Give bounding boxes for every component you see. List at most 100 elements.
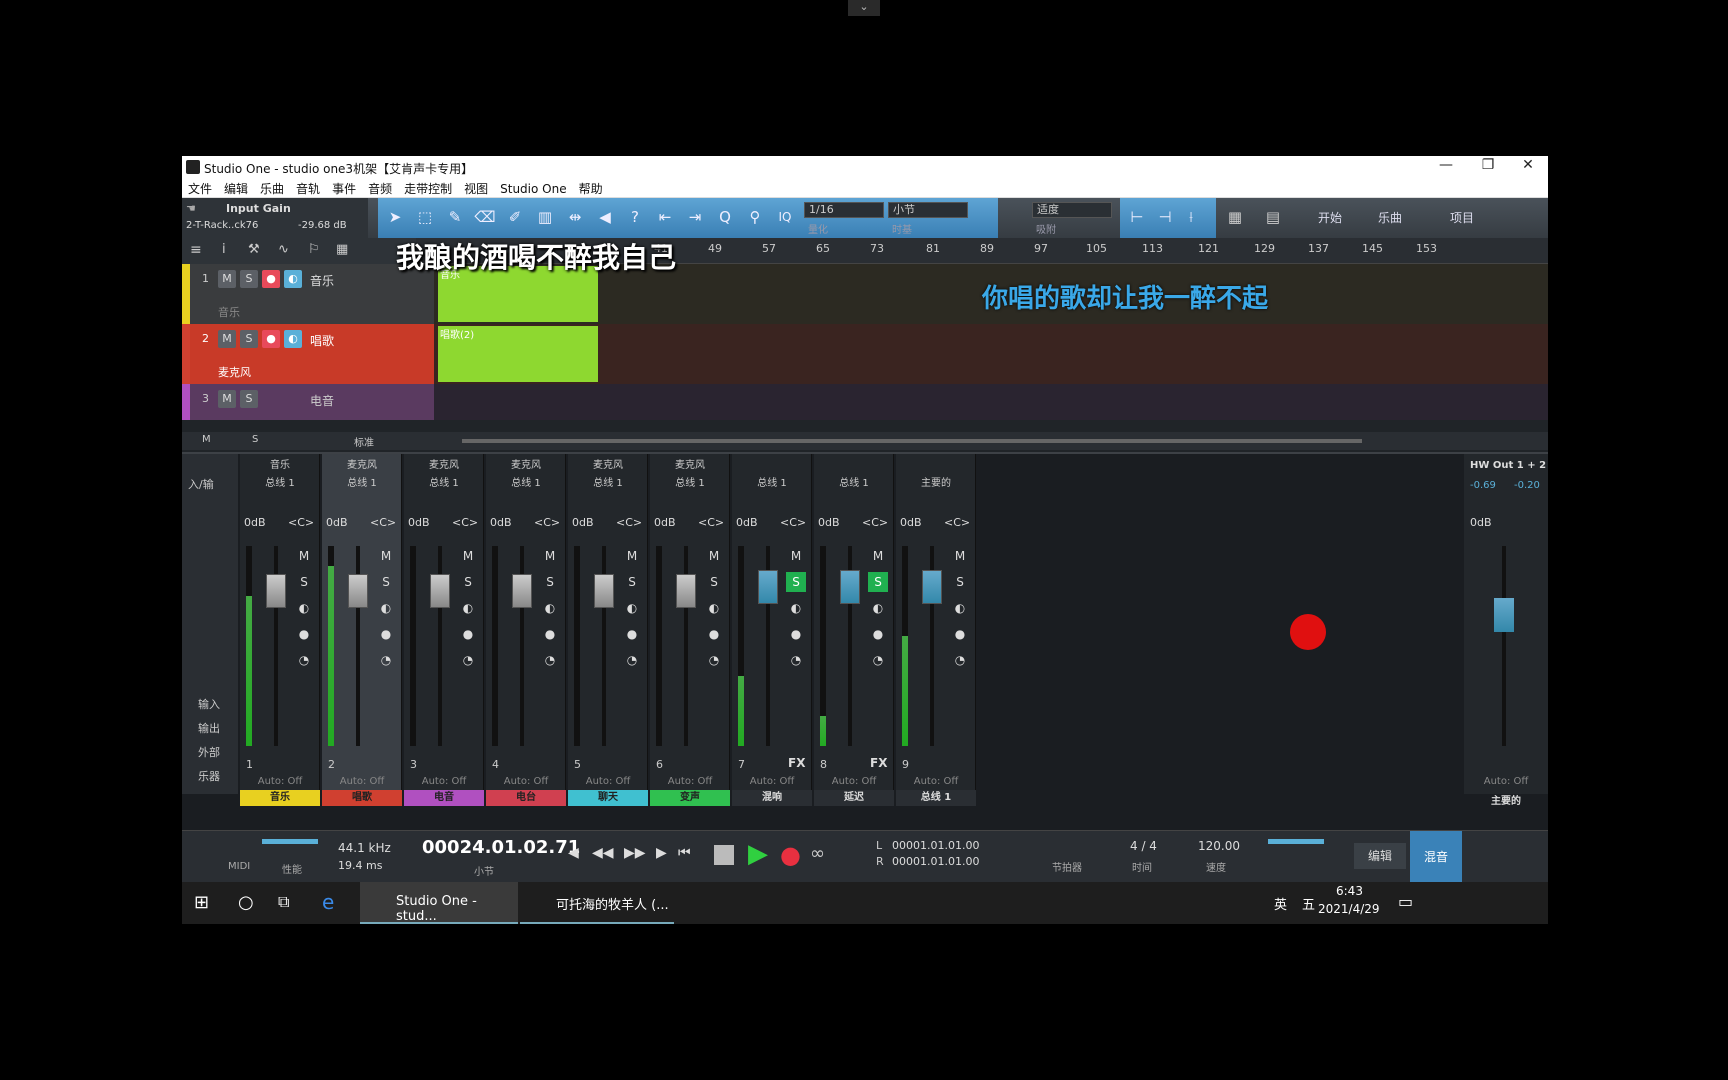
paint-tool-icon[interactable]: ✐ (504, 206, 526, 228)
strip-automation[interactable]: Auto: Off (732, 776, 812, 787)
eraser-tool-icon[interactable]: ⌫ (474, 206, 496, 228)
strip-output-bus[interactable]: 总线 1 (568, 474, 648, 489)
strip-input[interactable]: 音乐 (240, 456, 320, 471)
solo-button[interactable]: S (240, 330, 258, 348)
strip-automation[interactable]: Auto: Off (322, 776, 402, 787)
strip-pan[interactable]: <C> (534, 516, 560, 529)
position-display[interactable]: 00024.01.02.71 (422, 837, 580, 858)
strip-knob-icon[interactable]: ◔ (376, 650, 396, 670)
volume-fader[interactable] (430, 574, 450, 608)
strip-monitor-button[interactable]: ◐ (622, 598, 642, 618)
strip-output-bus[interactable]: 总线 1 (650, 474, 730, 489)
track-input[interactable]: 麦克风 (218, 364, 251, 380)
strip-label[interactable]: 延迟 (814, 790, 894, 806)
strip-output-bus[interactable]: 总线 1 (732, 474, 812, 489)
track-name[interactable]: 电音 (310, 392, 334, 409)
strip-label[interactable]: 音乐 (240, 790, 320, 806)
menu-edit[interactable]: 编辑 (218, 178, 254, 199)
clock-time[interactable]: 6:43 (1336, 884, 1363, 898)
strip-mute-button[interactable]: M (376, 546, 396, 566)
menu-transport[interactable]: 走带控制 (398, 178, 458, 199)
audio-clip[interactable]: 唱歌(2) (438, 326, 598, 382)
strip-output-bus[interactable]: 主要的 (896, 474, 976, 489)
strip-knob-icon[interactable]: ◔ (950, 650, 970, 670)
tempo[interactable]: 120.00 (1198, 839, 1240, 853)
strip-pan[interactable]: <C> (780, 516, 806, 529)
strip-volume[interactable]: 0dB (244, 516, 266, 529)
strip-mute-button[interactable]: M (458, 546, 478, 566)
loop-icon[interactable]: ∞ (810, 843, 825, 864)
collapse-chevron-icon[interactable]: ⌄ (848, 0, 880, 16)
snap-right-icon[interactable]: ⇥ (684, 206, 706, 228)
fast-forward-icon[interactable]: ▶▶ (624, 845, 646, 861)
strip-pan[interactable]: <C> (452, 516, 478, 529)
strip-label[interactable]: 唱歌 (322, 790, 402, 806)
strip-automation[interactable]: Auto: Off (568, 776, 648, 787)
horizontal-scrollbar[interactable] (462, 439, 1362, 443)
timebase-select[interactable]: 小节 (888, 202, 968, 218)
strip-solo-button[interactable]: S (868, 572, 888, 592)
track-input[interactable]: 音乐 (218, 304, 240, 320)
video-icon[interactable]: ▤ (1262, 206, 1284, 228)
strip-volume[interactable]: 0dB (654, 516, 676, 529)
mute-button[interactable]: M (218, 330, 236, 348)
task-view-icon[interactable]: ⧉ (278, 892, 289, 912)
automation-icon[interactable]: ∿ (278, 242, 289, 257)
track-name[interactable]: 音乐 (310, 272, 334, 289)
snap-cursor-icon[interactable]: ⟊ (1180, 206, 1202, 228)
menu-track[interactable]: 音轨 (290, 178, 326, 199)
strip-knob-icon[interactable]: ◔ (540, 650, 560, 670)
strip-volume[interactable]: 0dB (736, 516, 758, 529)
loop-end[interactable]: 00001.01.01.00 (892, 855, 979, 868)
instrument-label[interactable]: 乐器 (198, 768, 220, 784)
strip-knob-icon[interactable]: ◔ (868, 650, 888, 670)
strip-record-button[interactable]: ● (950, 624, 970, 644)
main-out-name[interactable]: HW Out 1 + 2 (1470, 460, 1546, 471)
strip-output-bus[interactable]: 总线 1 (814, 474, 894, 489)
output-label[interactable]: 输出 (198, 720, 220, 736)
strip-output-bus[interactable]: 总线 1 (322, 474, 402, 489)
track-row[interactable]: 3 M S 电音 (182, 384, 1548, 420)
strip-volume[interactable]: 0dB (490, 516, 512, 529)
monitor-button[interactable]: ◐ (284, 270, 302, 288)
snap-start-icon[interactable]: ⊢ (1126, 206, 1148, 228)
external-label[interactable]: 外部 (198, 744, 220, 760)
marker-icon[interactable]: ⚐ (308, 242, 320, 257)
footer-s[interactable]: S (252, 434, 258, 445)
footer-mode[interactable]: 标准 (354, 434, 374, 449)
grid-icon[interactable]: ▦ (336, 242, 348, 257)
wrench-icon[interactable]: ⚒ (248, 242, 260, 257)
record-arm-button[interactable]: ● (262, 330, 280, 348)
volume-fader[interactable] (922, 570, 942, 604)
strip-monitor-button[interactable]: ◐ (786, 598, 806, 618)
snap-select[interactable]: 适度 (1032, 202, 1112, 218)
strip-monitor-button[interactable]: ◐ (950, 598, 970, 618)
strip-output-bus[interactable]: 总线 1 (486, 474, 566, 489)
close-button[interactable]: ✕ (1508, 157, 1548, 177)
solo-button[interactable]: S (240, 270, 258, 288)
input-gain-panel[interactable]: ☚ Input Gain 2-T-Rack..ck76 -29.68 dB (182, 198, 368, 238)
edge-browser-icon[interactable]: e (322, 890, 334, 914)
strip-label[interactable]: 变声 (650, 790, 730, 806)
strip-fx-label[interactable]: FX (788, 756, 805, 770)
volume-fader[interactable] (594, 574, 614, 608)
strip-input[interactable]: 麦克风 (486, 456, 566, 471)
snap-end-icon[interactable]: ⊣ (1154, 206, 1176, 228)
zoom-tool-icon[interactable]: Q (714, 206, 736, 228)
strip-record-button[interactable]: ● (376, 624, 396, 644)
snap-left-icon[interactable]: ⇤ (654, 206, 676, 228)
volume-fader[interactable] (840, 570, 860, 604)
strip-input[interactable]: 麦克风 (650, 456, 730, 471)
strip-automation[interactable]: Auto: Off (404, 776, 484, 787)
volume-fader[interactable] (266, 574, 286, 608)
strip-record-button[interactable]: ● (786, 624, 806, 644)
io-label[interactable]: 入/输 (188, 476, 214, 492)
strip-pan[interactable]: <C> (288, 516, 314, 529)
strip-solo-button[interactable]: S (786, 572, 806, 592)
start-button[interactable]: 开始 (1302, 206, 1358, 230)
strip-input[interactable]: 麦克风 (568, 456, 648, 471)
strip-automation[interactable]: Auto: Off (814, 776, 894, 787)
menu-song[interactable]: 乐曲 (254, 178, 290, 199)
mute-button[interactable]: M (218, 270, 236, 288)
ime-language[interactable]: 英 (1274, 894, 1287, 913)
